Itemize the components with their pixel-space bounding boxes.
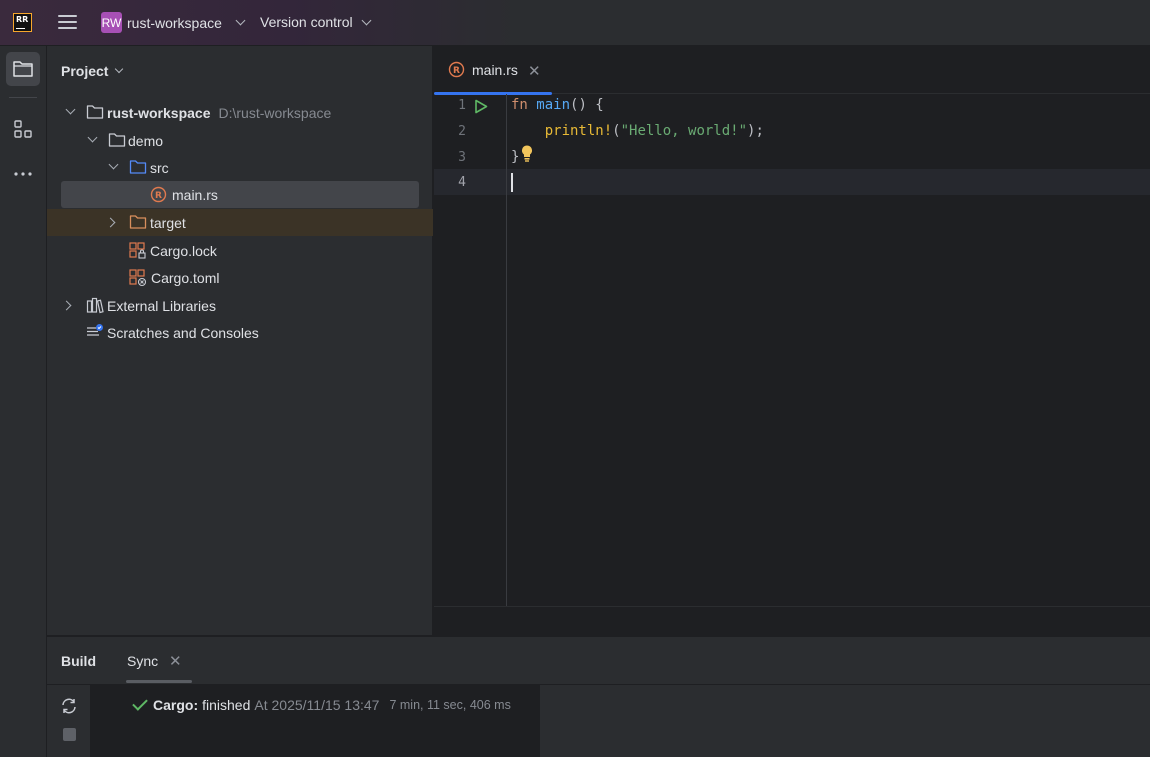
- text-cursor: [511, 173, 513, 192]
- collapse-arrow-icon[interactable]: [105, 217, 116, 228]
- line-number: 1: [458, 98, 466, 113]
- tree-label-cargo-toml: Cargo.toml: [151, 269, 220, 286]
- folder-icon: [86, 105, 104, 119]
- tree-label-cargo-lock: Cargo.lock: [150, 242, 217, 259]
- excluded-folder-icon: [129, 215, 147, 229]
- project-panel: Project rust-workspace D:\rust-workspace …: [47, 46, 433, 635]
- folder-icon: [108, 133, 126, 147]
- build-status: finished: [202, 697, 251, 713]
- libraries-icon: [86, 297, 104, 314]
- run-icon[interactable]: [474, 99, 488, 114]
- build-output: Cargo: finished At 2025/11/15 13:47 7 mi…: [47, 684, 1150, 757]
- expand-arrow-icon[interactable]: [87, 132, 98, 143]
- build-panel: Build Sync ✕ Cargo: finished At 2025/11/…: [47, 636, 1150, 757]
- project-switcher[interactable]: RW rust-workspace: [101, 12, 246, 33]
- vcs-label: Version control: [260, 14, 353, 30]
- project-badge: RW: [101, 12, 122, 33]
- editor-bottom-border: [434, 606, 1150, 607]
- tree-item-main-rs[interactable]: R main.rs: [61, 181, 419, 208]
- build-toolbar: [47, 685, 91, 757]
- tree-label-target: target: [150, 214, 186, 231]
- tree-item-cargo-toml[interactable]: Cargo.toml: [47, 264, 433, 291]
- build-source: Cargo:: [153, 697, 199, 713]
- vcs-menu[interactable]: Version control: [260, 14, 372, 30]
- chevron-down-icon: [235, 15, 246, 26]
- project-name: rust-workspace: [127, 14, 222, 31]
- tree-item-target[interactable]: target: [47, 209, 433, 236]
- editor-gutter: [434, 94, 507, 606]
- line-number: 4: [458, 175, 466, 190]
- tree-label-demo: demo: [128, 132, 164, 149]
- close-icon[interactable]: ✕: [169, 652, 182, 670]
- editor-area: R main.rs ✕ 1 2 3 4 fn main() { println!…: [434, 46, 1150, 635]
- line-number: 3: [458, 150, 466, 165]
- tree-label-scratches: Scratches and Consoles: [107, 324, 259, 341]
- build-details: [540, 685, 1150, 757]
- tree-item-external-libraries[interactable]: External Libraries: [47, 292, 433, 319]
- chevron-down-icon: [115, 64, 124, 74]
- collapse-arrow-icon[interactable]: [61, 300, 72, 311]
- tree-item-root[interactable]: rust-workspace D:\rust-workspace: [47, 99, 433, 126]
- tree-item-scratches[interactable]: Scratches and Consoles: [47, 319, 433, 346]
- tree-label-main-rs: main.rs: [172, 186, 218, 203]
- scratches-icon: [87, 324, 103, 336]
- build-result-row[interactable]: Cargo: finished At 2025/11/15 13:47 7 mi…: [131, 695, 511, 713]
- more-icon: [14, 172, 32, 176]
- structure-tool-button[interactable]: [6, 112, 40, 146]
- more-tools-button[interactable]: [6, 157, 40, 191]
- expand-arrow-icon[interactable]: [65, 104, 76, 115]
- strip-divider: [9, 97, 37, 98]
- stop-icon[interactable]: [63, 728, 76, 741]
- root-path: D:\rust-workspace: [218, 104, 332, 121]
- svg-text:R: R: [453, 66, 460, 76]
- expand-arrow-icon[interactable]: [108, 159, 119, 170]
- rust-file-icon: R: [448, 61, 465, 78]
- active-tab-indicator: [126, 680, 192, 683]
- tree-item-demo[interactable]: demo: [47, 127, 433, 154]
- tree-item-src[interactable]: src: [47, 154, 433, 181]
- build-time: At 2025/11/15 13:47: [254, 697, 380, 713]
- folder-icon: [13, 61, 33, 77]
- rustrover-logo-icon[interactable]: RR: [13, 13, 32, 32]
- project-tool-button[interactable]: [6, 52, 40, 86]
- tree-item-cargo-lock[interactable]: Cargo.lock: [47, 237, 433, 264]
- title-bar: RR RW rust-workspace Version control: [0, 0, 1150, 46]
- tab-build[interactable]: Build: [61, 653, 96, 669]
- cargo-lock-icon: [129, 242, 146, 259]
- code-line-2[interactable]: println!("Hello, world!");: [511, 123, 764, 139]
- checkmark-icon: [132, 695, 148, 711]
- chevron-down-icon: [361, 15, 372, 25]
- rust-file-icon: R: [150, 186, 167, 203]
- tab-main-rs[interactable]: R main.rs ✕: [434, 46, 552, 95]
- editor-tab-bar: R main.rs ✕: [434, 46, 1150, 95]
- code-line-1[interactable]: fn main() {: [511, 97, 604, 113]
- build-duration: 7 min, 11 sec, 406 ms: [389, 698, 511, 712]
- structure-icon: [14, 120, 32, 138]
- lightbulb-icon[interactable]: [520, 144, 534, 163]
- panel-title: Project: [61, 63, 109, 79]
- tree-label-external-libraries: External Libraries: [107, 297, 216, 314]
- code-line-3[interactable]: }: [511, 149, 519, 165]
- line-number: 2: [458, 124, 466, 139]
- tool-window-strip: [0, 46, 47, 757]
- tree-label-src: src: [150, 159, 169, 176]
- sync-icon[interactable]: [60, 697, 78, 715]
- tab-label: main.rs: [472, 62, 518, 78]
- source-folder-icon: [129, 160, 147, 174]
- current-line-highlight: [434, 169, 1150, 195]
- project-view-selector[interactable]: Project: [61, 63, 124, 79]
- tab-sync[interactable]: Sync: [127, 653, 158, 669]
- tree-label-root: rust-workspace D:\rust-workspace: [107, 104, 332, 121]
- cargo-toml-icon: [129, 269, 147, 287]
- close-icon[interactable]: ✕: [528, 62, 541, 80]
- svg-text:R: R: [155, 191, 162, 201]
- build-tree: Cargo: finished At 2025/11/15 13:47 7 mi…: [91, 685, 540, 757]
- main-menu-icon[interactable]: [58, 15, 77, 31]
